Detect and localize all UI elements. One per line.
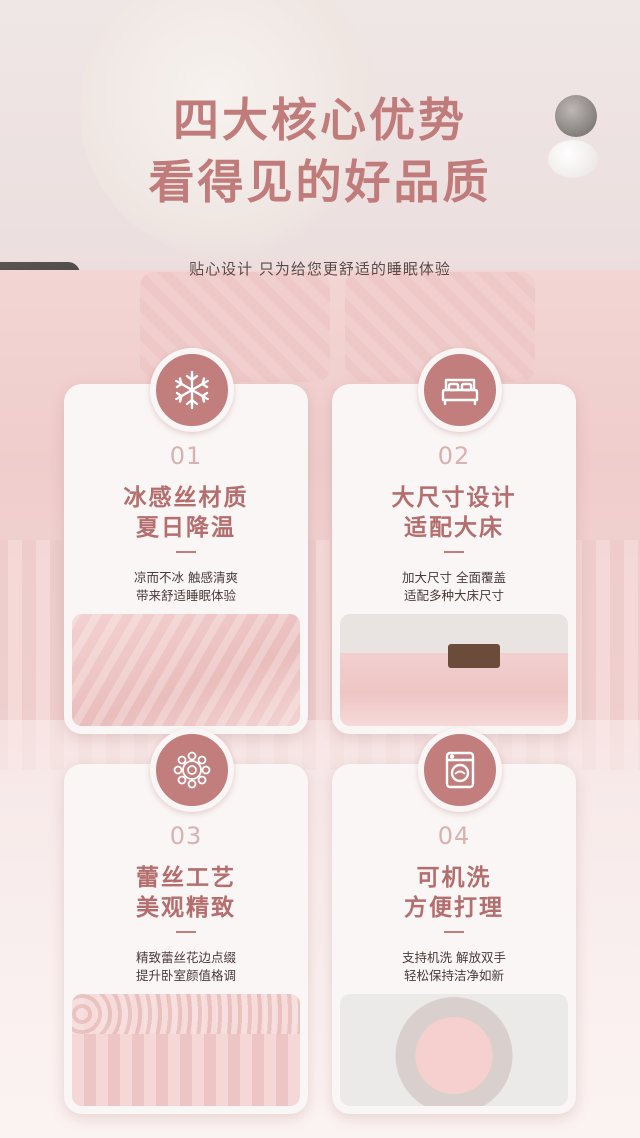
title-line-2: 看得见的好品质 (148, 155, 492, 209)
icon-badge (418, 348, 502, 432)
fabric-closeup-photo (72, 614, 300, 726)
feature-card-4: 04 可机洗 方便打理 支持机洗 解放双手 轻松保持洁净如新 (332, 728, 576, 1114)
feature-number: 03 (169, 822, 203, 850)
feature-desc-line-2: 适配多种大床尺寸 (403, 588, 504, 603)
feature-desc-line-1: 支持机洗 解放双手 (402, 950, 506, 965)
snowflake-icon (175, 370, 209, 410)
icon-badge (150, 348, 234, 432)
washing-machine-icon (445, 751, 475, 789)
feature-title: 冰感丝材质 (123, 485, 249, 511)
subtitle: 贴心设计 只为给您更舒适的睡眠体验 (189, 260, 451, 278)
divider (444, 931, 464, 933)
feature-desc-line-1: 加大尺寸 全面覆盖 (402, 570, 506, 585)
feature-card-2: 02 大尺寸设计 适配大床 加大尺寸 全面覆盖 适配多种大床尺寸 (332, 348, 576, 734)
wooden-tray (448, 644, 500, 668)
feature-subtitle: 方便打理 (404, 895, 504, 921)
feature-desc-line-1: 凉而不冰 触感清爽 (134, 570, 238, 585)
feature-title: 大尺寸设计 (391, 485, 517, 511)
lace-trim (72, 994, 300, 1034)
title-line-1: 四大核心优势 (173, 93, 467, 147)
feature-desc-line-2: 提升卧室颜值格调 (135, 968, 236, 983)
feature-card-1: 01 冰感丝材质 夏日降温 凉而不冰 触感清爽 带来舒适睡眠体验 (64, 348, 308, 734)
divider (176, 551, 196, 553)
feature-title: 可机洗 (416, 865, 492, 891)
divider (176, 931, 196, 933)
feature-number: 01 (169, 442, 203, 470)
feature-number: 04 (437, 822, 471, 850)
icon-badge (418, 728, 502, 812)
lace-icon (173, 751, 211, 789)
feature-subtitle: 适配大床 (404, 515, 504, 541)
feature-subtitle: 夏日降温 (136, 515, 236, 541)
washing-machine-photo (340, 994, 568, 1106)
divider (444, 551, 464, 553)
feature-desc-line-2: 轻松保持洁净如新 (403, 968, 504, 983)
bed-icon (441, 378, 479, 406)
feature-title: 蕾丝工艺 (136, 865, 236, 891)
feature-card-3: 03 蕾丝工艺 美观精致 精致蕾丝花边点缀 提升卧室颜值格调 (64, 728, 308, 1114)
lace-skirt-photo (72, 994, 300, 1106)
feature-number: 02 (437, 442, 471, 470)
feature-desc-line-1: 精致蕾丝花边点缀 (135, 950, 236, 965)
icon-badge (150, 728, 234, 812)
feature-desc-line-2: 带来舒适睡眠体验 (135, 588, 236, 603)
large-bed-photo (340, 614, 568, 726)
feature-subtitle: 美观精致 (136, 895, 236, 921)
